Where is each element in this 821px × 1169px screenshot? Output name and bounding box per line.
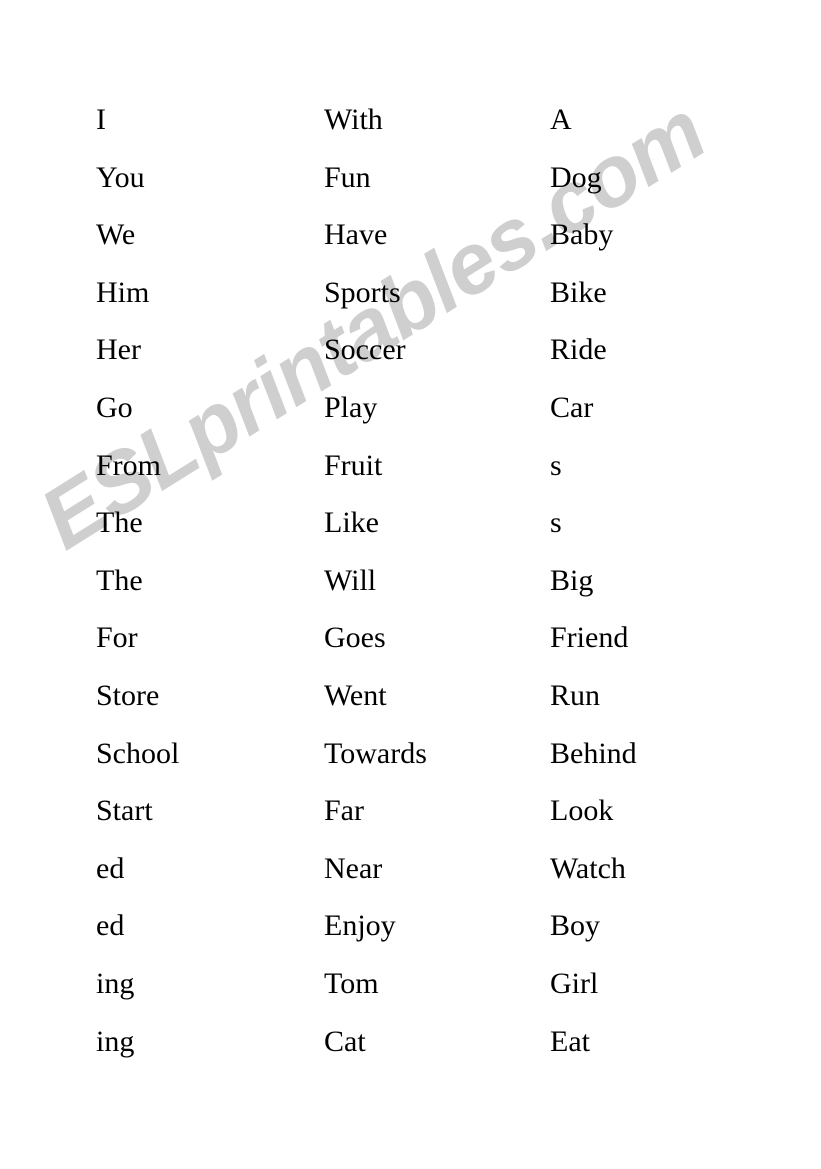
word-item: Went bbox=[324, 679, 387, 712]
word-item: ed bbox=[96, 909, 125, 943]
word-item: You bbox=[96, 160, 145, 194]
word-item: Friend bbox=[550, 621, 629, 655]
word-row: ed Near Watch bbox=[0, 852, 821, 910]
word-item: Fruit bbox=[324, 448, 383, 482]
word-item: Soccer bbox=[324, 333, 406, 367]
word-item: ing bbox=[96, 1024, 135, 1058]
word-item: Far bbox=[324, 794, 364, 828]
word-row: School Towards Behind bbox=[0, 737, 821, 795]
word-row: For Goes Friend bbox=[0, 621, 821, 679]
word-item: Him bbox=[96, 275, 150, 309]
word-item: The bbox=[96, 563, 143, 597]
word-item: ing bbox=[96, 967, 135, 1000]
word-item: Goes bbox=[324, 621, 386, 655]
word-item: Will bbox=[324, 563, 377, 597]
word-item: Start bbox=[96, 794, 153, 828]
word-item: I bbox=[96, 103, 106, 136]
word-item: Dog bbox=[550, 160, 602, 194]
word-row: ing Tom Girl bbox=[0, 967, 821, 1025]
word-item: We bbox=[96, 218, 136, 252]
word-item: Towards bbox=[324, 736, 427, 770]
word-item: Baby bbox=[550, 218, 614, 252]
word-item: s bbox=[550, 448, 562, 482]
word-row: ing Cat Eat bbox=[0, 1025, 821, 1083]
word-item: Fun bbox=[324, 160, 371, 194]
word-item: A bbox=[550, 103, 572, 136]
word-item: Car bbox=[550, 391, 594, 424]
word-item: Her bbox=[96, 333, 141, 367]
word-row: The Will Big bbox=[0, 564, 821, 622]
word-item: Enjoy bbox=[324, 909, 396, 943]
word-item: Cat bbox=[324, 1024, 366, 1058]
word-row: From Fruit s bbox=[0, 449, 821, 507]
word-item: Like bbox=[324, 506, 379, 540]
word-item: Behind bbox=[550, 736, 637, 770]
word-row: Her Soccer Ride bbox=[0, 333, 821, 391]
word-item: Eat bbox=[550, 1024, 590, 1058]
word-item: Sports bbox=[324, 275, 401, 309]
word-row: ed Enjoy Boy bbox=[0, 909, 821, 967]
word-item: Run bbox=[550, 679, 601, 712]
word-item: For bbox=[96, 621, 138, 655]
word-item: Watch bbox=[550, 851, 626, 885]
word-item: With bbox=[324, 103, 383, 136]
word-row: Him Sports Bike bbox=[0, 276, 821, 334]
word-row: Start Far Look bbox=[0, 794, 821, 852]
word-item: ed bbox=[96, 851, 125, 885]
word-row: We Have Baby bbox=[0, 218, 821, 276]
word-item: Look bbox=[550, 794, 614, 828]
word-item: s bbox=[550, 506, 562, 540]
word-item: Ride bbox=[550, 333, 607, 367]
word-row: You Fun Dog bbox=[0, 161, 821, 219]
word-item: Store bbox=[96, 679, 160, 712]
word-item: Girl bbox=[550, 967, 599, 1000]
word-item: From bbox=[96, 448, 162, 482]
worksheet-page: ESLprintables.com I With A You Fun Dog We Have B… bbox=[0, 0, 821, 1169]
word-row: Store Went Run bbox=[0, 679, 821, 737]
word-item: Boy bbox=[550, 909, 601, 943]
word-item: School bbox=[96, 736, 180, 770]
word-row: I With A bbox=[0, 103, 821, 161]
word-row: Go Play Car bbox=[0, 391, 821, 449]
word-item: Go bbox=[96, 391, 133, 424]
word-list-grid: I With A You Fun Dog We Have Baby Him Sports Bike He… bbox=[0, 0, 821, 1169]
word-item: The bbox=[96, 506, 143, 540]
word-item: Bike bbox=[550, 275, 607, 309]
word-item: Near bbox=[324, 851, 383, 885]
word-item: Play bbox=[324, 391, 378, 424]
word-row: The Like s bbox=[0, 506, 821, 564]
word-item: Tom bbox=[324, 967, 379, 1000]
word-item: Big bbox=[550, 563, 594, 597]
word-item: Have bbox=[324, 218, 388, 252]
